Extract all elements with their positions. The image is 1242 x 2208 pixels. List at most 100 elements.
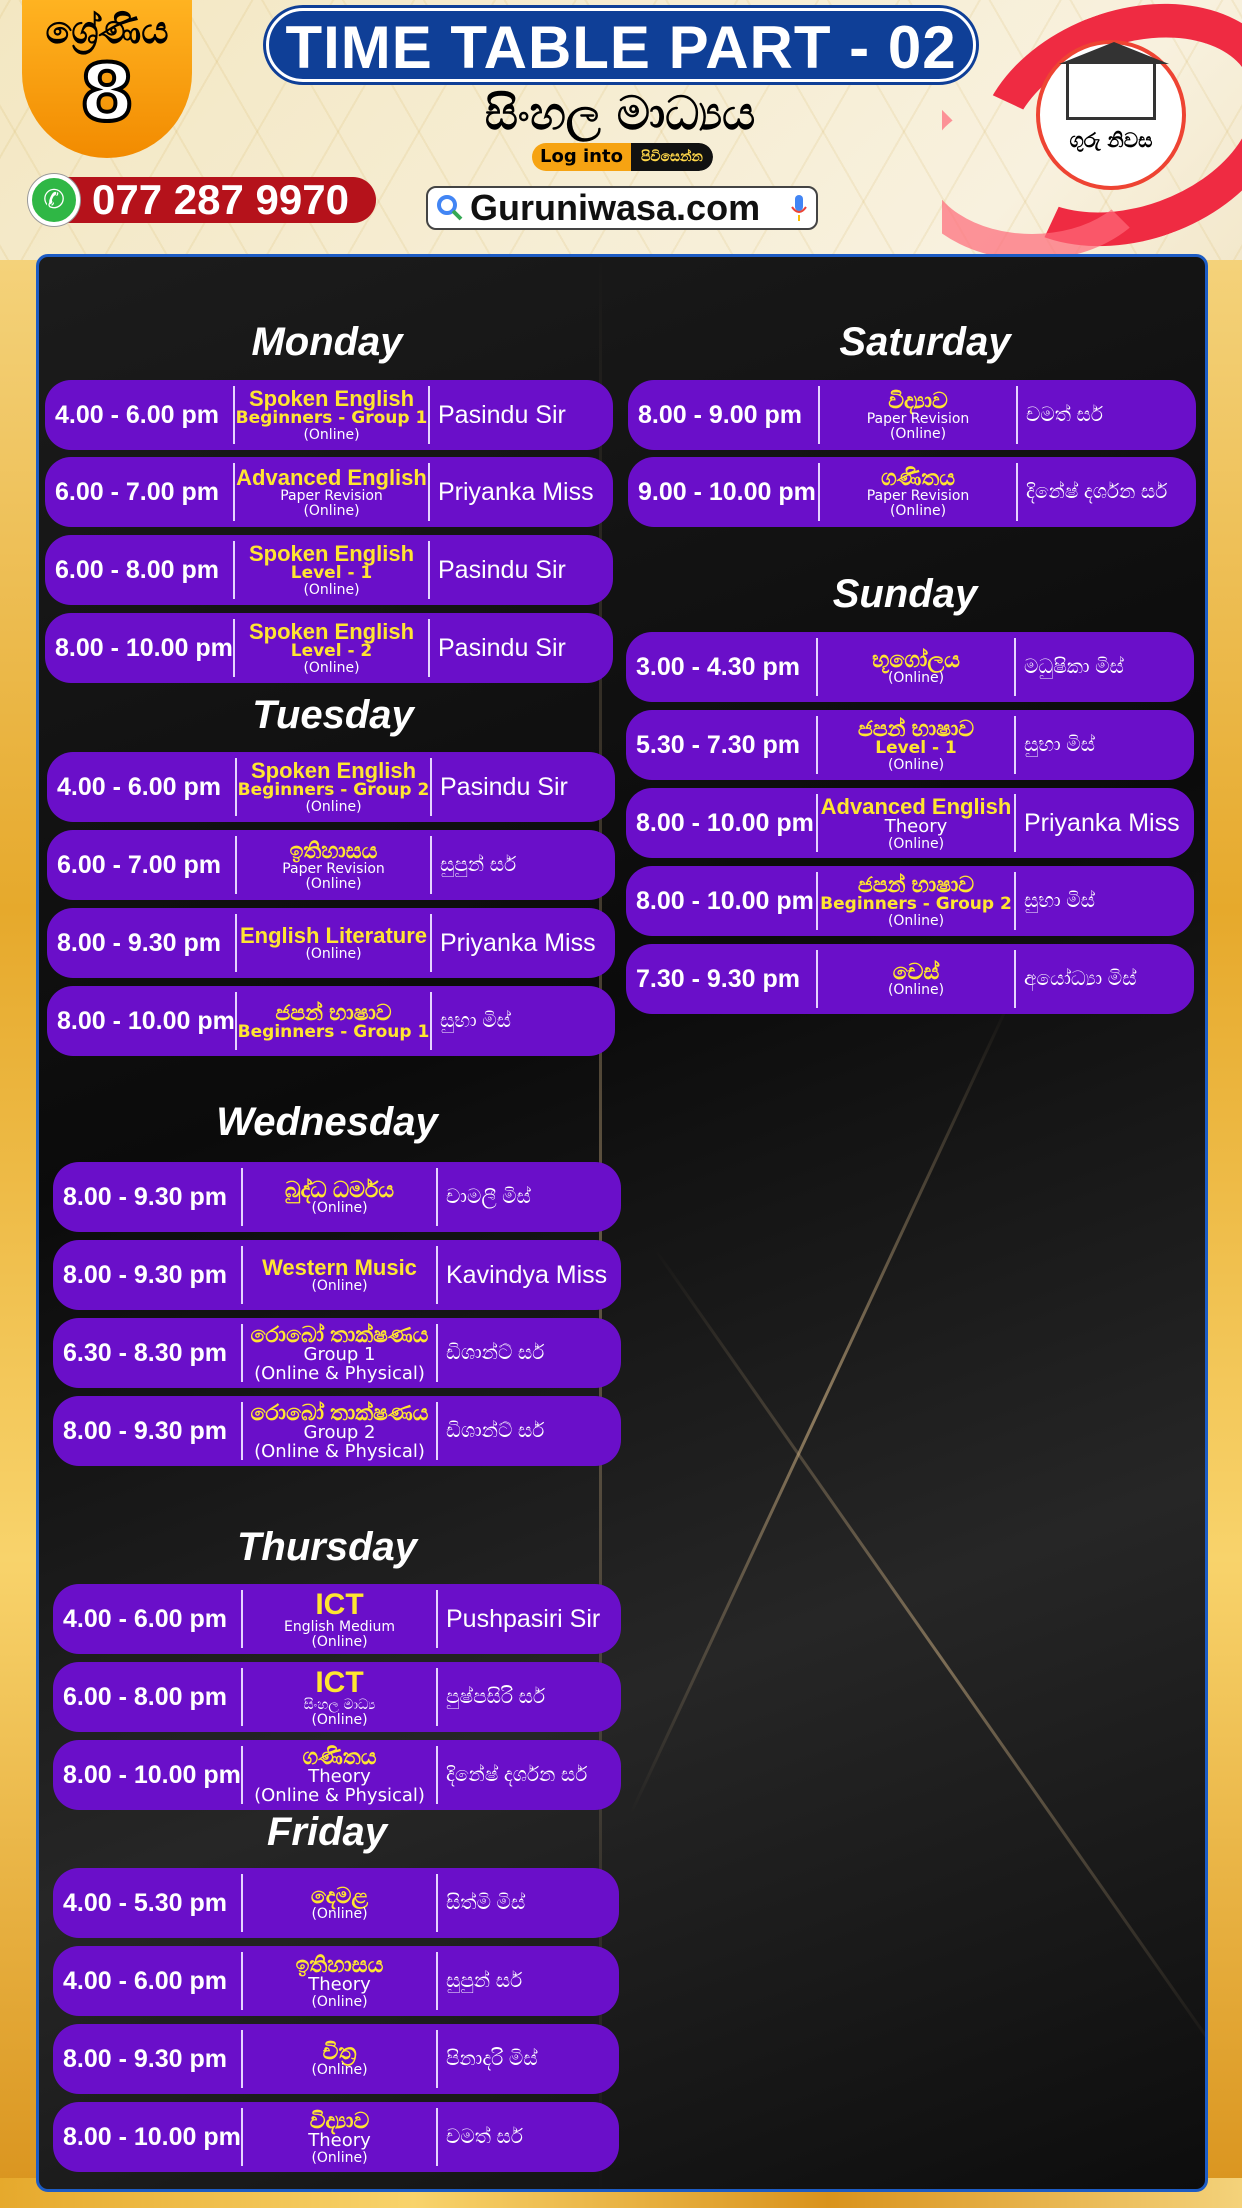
class-mode: (Online): [303, 582, 360, 599]
class-subject: චිත්‍ර: [322, 2039, 357, 2065]
class-detail: Level - 1: [875, 738, 957, 759]
class-mode: (Online & Physical): [254, 1362, 425, 1384]
class-detail: English Medium: [284, 1619, 395, 1636]
logo-text: ගුරු නිවස: [1069, 128, 1153, 152]
class-row-wednesday: 6.30 - 8.30 pm රොබෝ තාක්ෂණය Group 1 (Online…: [53, 1318, 621, 1388]
class-subject-cell: චිත්‍ර (Online): [243, 2030, 438, 2088]
class-detail: සිංහල මාධ්‍ය: [303, 1697, 376, 1714]
class-subject: Spoken English: [250, 758, 417, 784]
class-row-thursday: 4.00 - 6.00 pm ICT English Medium (Online) P…: [53, 1584, 621, 1654]
class-mode: (Online): [305, 799, 362, 816]
class-subject: ජපන් භාෂාව: [857, 872, 975, 898]
class-subject: ජපන් භාෂාව: [275, 999, 392, 1025]
grade-number: 8: [78, 49, 136, 139]
class-time: 8.00 - 10.00 pm: [45, 619, 235, 677]
class-teacher: Priyanka Miss: [438, 477, 594, 506]
class-row-thursday: 8.00 - 10.00 pm ගණිතය Theory (Online & Phys…: [53, 1740, 621, 1810]
class-subject-cell: Spoken English Beginners - Group 2 (Online…: [237, 758, 432, 816]
phone-number: 077 287 9970: [66, 177, 376, 223]
class-detail: Beginners - Group 2: [237, 780, 430, 801]
class-mode: (Online & Physical): [254, 1440, 425, 1462]
class-teacher: සුපුන් සර්: [446, 1969, 523, 1992]
class-subject-cell: රොබෝ තාක්ෂණය Group 1 (Online & Physical): [243, 1322, 438, 1384]
class-teacher: Pasindu Sir: [438, 555, 566, 584]
class-subject-cell: ජපන් භාෂාව Level - 1 (Online): [818, 716, 1016, 774]
class-time: 8.00 - 9.00 pm: [628, 386, 820, 444]
class-row-tuesday: 4.00 - 6.00 pm Spoken English Beginners - …: [47, 752, 615, 822]
class-row-wednesday: 8.00 - 9.30 pm Western Music (Online) Kavin…: [53, 1240, 621, 1310]
class-time: 9.00 - 10.00 pm: [628, 463, 820, 521]
class-subject-cell: රොබෝ තාක්ෂණය Group 2 (Online & Physical): [243, 1399, 438, 1462]
website-url: Guruniwasa.com: [470, 187, 761, 228]
login-text: Log into: [532, 143, 631, 171]
class-mode: (Online): [889, 502, 947, 519]
class-subject: Advanced English: [820, 793, 1012, 819]
class-time: 6.00 - 7.00 pm: [47, 836, 237, 894]
class-mode: (Online): [311, 1278, 368, 1295]
class-mode: (Online): [889, 425, 947, 442]
class-teacher: අයෝධ්‍යා මිස්: [1024, 967, 1137, 990]
class-time: 8.00 - 10.00 pm: [626, 794, 818, 852]
class-subject-cell: ගණිතය Paper Revision (Online): [820, 463, 1018, 521]
class-mode: (Online): [887, 913, 945, 930]
class-subject-cell: ජපන් භාෂාව Beginners - Group 1: [237, 992, 432, 1050]
class-teacher: ඩිශාන්ට් සර්: [446, 1419, 545, 1442]
class-subject-cell: චෙස් (Online): [818, 950, 1016, 1008]
class-subject: ගණිතය: [302, 1743, 377, 1769]
class-time: 4.00 - 6.00 pm: [47, 758, 237, 816]
class-subject: Spoken English: [248, 386, 415, 412]
whatsapp-icon: ✆: [28, 174, 80, 226]
class-subject-cell: Advanced English Paper Revision (Online): [235, 463, 430, 521]
class-subject: ජපන් භාෂාව: [857, 716, 975, 742]
class-teacher: Pasindu Sir: [440, 772, 568, 801]
class-subject-cell: Spoken English Level - 1 (Online): [235, 541, 430, 599]
class-time: 8.00 - 10.00 pm: [53, 1746, 243, 1804]
grade-badge: ශ්‍රේණිය 8: [22, 0, 192, 158]
phone-contact[interactable]: ✆ 077 287 9970: [28, 174, 376, 226]
class-subject: ඉතිහාසය: [289, 837, 378, 863]
website-search-bar[interactable]: Guruniwasa.com: [426, 186, 818, 230]
class-mode: (Online): [887, 670, 945, 687]
class-time: 6.30 - 8.30 pm: [53, 1324, 243, 1382]
class-mode: (Online): [311, 1711, 368, 1728]
day-heading-saturday: Saturday: [839, 320, 1011, 364]
class-time: 8.00 - 9.30 pm: [53, 1168, 243, 1226]
class-mode: (Online): [311, 2062, 368, 2079]
class-teacher: සුභා මිස්: [440, 1009, 512, 1032]
class-subject-cell: Spoken English Beginners - Group 1 (Online…: [235, 386, 430, 444]
grade-label: ශ්‍රේණිය: [45, 8, 169, 52]
class-time: 8.00 - 10.00 pm: [47, 992, 237, 1050]
class-detail: Beginners - Group 2: [820, 894, 1012, 915]
class-row-monday: 4.00 - 6.00 pm Spoken English Beginners - …: [45, 380, 613, 450]
class-time: 6.00 - 7.00 pm: [45, 463, 235, 521]
class-detail: Theory: [884, 815, 948, 837]
class-mode: (Online): [303, 427, 360, 444]
class-detail: Group 2: [303, 1421, 376, 1443]
class-teacher: චමත් සර්: [1026, 403, 1104, 426]
login-badge[interactable]: Log into පිවිසෙන්න: [532, 143, 713, 171]
class-row-friday: 8.00 - 10.00 pm විද්‍යාව Theory (Online) චමත…: [53, 2102, 619, 2172]
class-mode: (Online): [311, 1993, 368, 2010]
class-time: 4.00 - 6.00 pm: [45, 386, 235, 444]
class-subject: රොබෝ තාක්ෂණය: [250, 1399, 429, 1425]
class-mode: (Online): [311, 2149, 368, 2166]
class-subject-cell: ඉතිහාසය Theory (Online): [243, 1952, 438, 2010]
class-subject: Spoken English: [248, 541, 415, 567]
class-teacher: Pasindu Sir: [438, 400, 566, 429]
class-teacher: මධුෂිකා මිස්: [1024, 655, 1124, 678]
class-row-monday: 6.00 - 7.00 pm Advanced English Paper Revi…: [45, 457, 613, 527]
class-time: 8.00 - 9.30 pm: [53, 1246, 243, 1304]
day-heading-monday: Monday: [251, 320, 403, 364]
class-subject-cell: Spoken English Level - 2 (Online): [235, 619, 430, 677]
class-subject-cell: Western Music (Online): [243, 1246, 438, 1304]
class-mode: (Online & Physical): [254, 1784, 425, 1806]
search-icon: [437, 195, 463, 221]
class-teacher: ඩිශාන්ට් සර්: [446, 1341, 545, 1364]
class-row-saturday: 9.00 - 10.00 pm ගණිතය Paper Revision (Onlin…: [628, 457, 1196, 527]
class-detail: Paper Revision: [866, 410, 970, 427]
class-mode: (Online): [303, 660, 360, 677]
class-detail: Paper Revision: [282, 860, 385, 877]
class-mode: (Online): [311, 1906, 368, 1923]
class-mode: (Online): [887, 835, 945, 852]
class-row-sunday: 7.30 - 9.30 pm චෙස් (Online) අයෝධ්‍යා මිස්: [626, 944, 1194, 1014]
